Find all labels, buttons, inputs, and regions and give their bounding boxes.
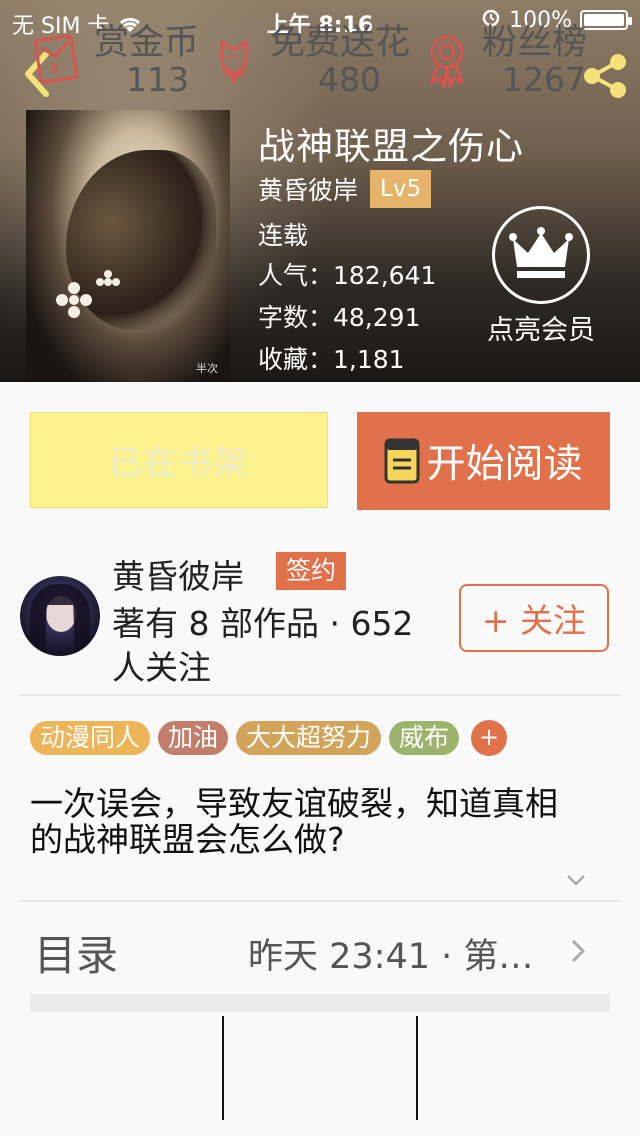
favorites-stat: 收藏：1,181: [258, 345, 405, 374]
tag-item[interactable]: 大大超努力: [236, 721, 382, 755]
send-flower-button[interactable]: 免费送花 480: [220, 0, 416, 116]
reward-coins-button[interactable]: ¥ 赏金币 113: [30, 0, 220, 116]
latest-chapter[interactable]: 昨天 23:41 · 第…: [248, 928, 566, 979]
vip-label: 点亮会员: [487, 315, 595, 346]
follow-button[interactable]: + 关注: [459, 584, 609, 652]
flower-art: [56, 270, 120, 318]
serial-status: 连载: [258, 221, 309, 250]
crown-icon: [492, 206, 590, 304]
chevron-down-icon: [567, 875, 585, 886]
author-name-large[interactable]: 黄昏彼岸: [112, 550, 244, 598]
tag-item[interactable]: 加油: [158, 721, 229, 755]
fans-label: 粉丝榜: [482, 23, 588, 63]
word-count-stat: 字数：48,291: [258, 303, 421, 332]
book-cover[interactable]: 半次: [26, 110, 230, 382]
level-badge: Lv5: [370, 170, 432, 208]
section-separator: [30, 994, 610, 1012]
vertical-divider: [222, 1016, 224, 1120]
tag-list: 动漫同人 加油 大大超努力 威布 +: [30, 720, 508, 756]
in-shelf-button[interactable]: 已在书架: [30, 412, 328, 508]
flower-label: 免费送花: [270, 23, 411, 63]
chevron-right-icon[interactable]: [570, 938, 586, 964]
author-name[interactable]: 黄昏彼岸: [258, 171, 358, 207]
flower-icon: [220, 39, 248, 84]
fans-count: 1267: [502, 60, 586, 99]
expand-description-button[interactable]: [566, 872, 586, 886]
reward-count: 113: [126, 60, 189, 99]
reward-label: 赏金币: [94, 23, 200, 63]
toc-label[interactable]: 目录: [34, 922, 118, 983]
signed-badge: 签约: [276, 552, 347, 590]
author-avatar[interactable]: [20, 576, 100, 656]
fans-ranking-button[interactable]: 粉丝榜 1267: [418, 0, 640, 116]
vertical-divider: [416, 1016, 418, 1120]
svg-text:¥: ¥: [50, 59, 60, 78]
cover-signature: 半次: [196, 362, 218, 375]
tag-item[interactable]: 动漫同人: [30, 721, 151, 755]
vip-button[interactable]: 点亮会员: [476, 206, 606, 347]
tag-item[interactable]: 威布: [389, 721, 460, 755]
start-reading-label: 开始阅读: [426, 442, 583, 487]
book-description: 一次误会，导致友谊破裂，知道真相的战神联盟会怎么做?: [30, 784, 558, 859]
add-tag-button[interactable]: +: [471, 720, 508, 756]
popularity-stat: 人气：182,641: [258, 261, 437, 290]
book-icon: [384, 438, 420, 484]
author-works: 著有 8 部作品 · 652 人关注: [112, 604, 414, 687]
start-reading-button[interactable]: 开始阅读: [357, 412, 610, 510]
divider: [20, 694, 620, 696]
red-envelope-icon: ¥: [34, 34, 78, 84]
flower-count: 480: [318, 60, 381, 99]
medal-icon: [429, 35, 465, 88]
divider: [20, 900, 620, 902]
book-title: 战神联盟之伤心: [258, 125, 524, 168]
